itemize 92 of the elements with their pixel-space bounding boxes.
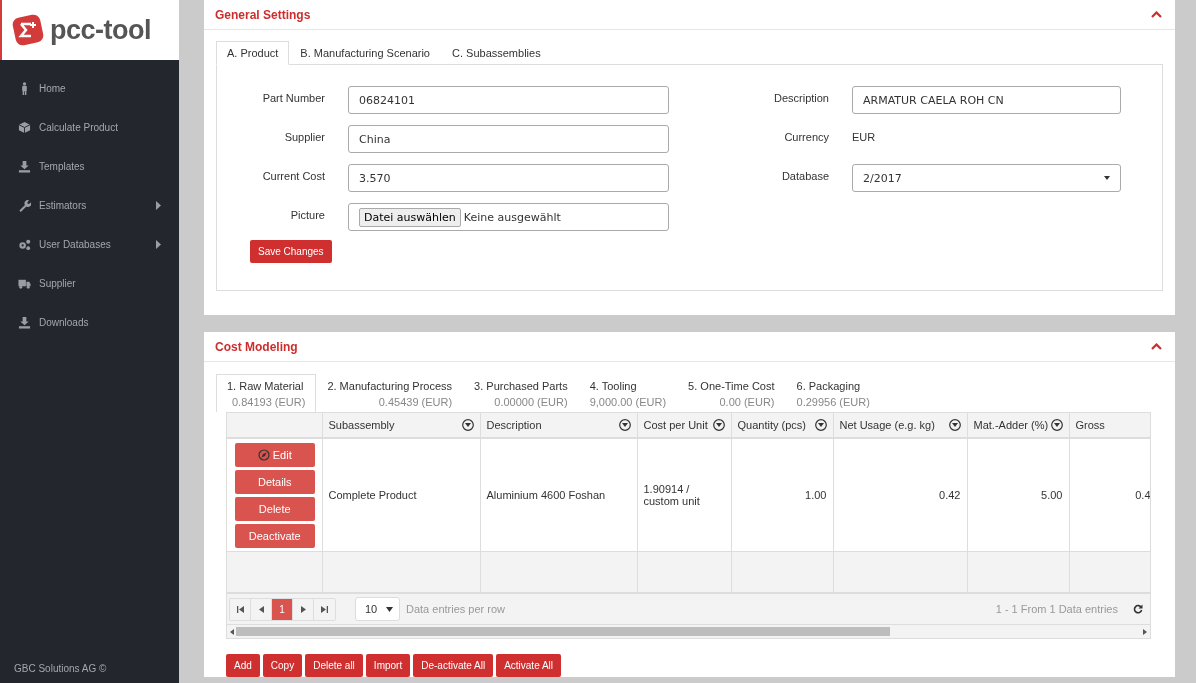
field-label: Picture <box>289 208 326 221</box>
filter-icon[interactable] <box>618 419 631 431</box>
action-button[interactable]: Delete all <box>305 654 363 677</box>
table-cell: 1.00 <box>805 489 827 501</box>
row-action-button[interactable]: Delete <box>235 496 315 521</box>
scroll-right-icon[interactable] <box>1143 628 1147 635</box>
column-header[interactable]: Mat.-Adder (%) <box>967 413 1069 438</box>
field-label: Supplier <box>283 130 326 143</box>
cost-tab[interactable]: 2. Manufacturing Process 0.45439 (EUR) <box>316 374 464 412</box>
column-header[interactable]: Subassembly <box>322 413 480 438</box>
filter-icon[interactable] <box>814 419 827 431</box>
tab[interactable]: A. Product <box>216 41 290 65</box>
truck-icon <box>18 277 31 290</box>
action-button[interactable]: Activate All <box>496 654 562 677</box>
save-changes-button[interactable]: Save Changes <box>250 240 332 263</box>
cost-tab[interactable]: 3. Purchased Parts 0.00000 (EUR) <box>463 374 579 412</box>
tab[interactable]: C. Subassemblies <box>441 41 552 65</box>
page-size-select[interactable]: 10 <box>355 597 400 621</box>
scroll-left-icon[interactable] <box>230 628 234 635</box>
file-status: Keine ausgewählt <box>463 210 561 224</box>
dropdown-arrow-icon <box>386 606 393 612</box>
field-value: EUR <box>852 130 876 143</box>
text-field[interactable]: 3.570 <box>348 164 669 192</box>
text-field[interactable]: China <box>348 125 669 153</box>
pager-summary: 1 - 1 From 1 Data entries <box>995 603 1118 615</box>
sidebar-item[interactable]: Templates <box>3 147 179 186</box>
download-icon <box>18 160 31 173</box>
filter-icon[interactable] <box>712 419 725 431</box>
column-header[interactable]: Net Usage (e.g. kg) <box>833 413 967 438</box>
table-cell: 0.4 <box>1135 489 1150 501</box>
tab[interactable]: B. Manufacturing Scenario <box>289 41 441 65</box>
table-cell: 5.00 <box>1041 489 1063 501</box>
panel-title: Cost Modeling <box>215 339 298 354</box>
compass-icon <box>257 448 270 461</box>
last-page-icon <box>321 605 328 613</box>
sidebar-item[interactable]: Downloads <box>3 303 179 342</box>
page-size-label: Data entries per row <box>406 603 506 615</box>
sidebar-item[interactable]: User Databases <box>3 225 179 264</box>
cost-tab[interactable]: 6. Packaging 0.29956 (EUR) <box>785 374 881 412</box>
first-page-button[interactable] <box>230 598 251 620</box>
panel-title: General Settings <box>215 7 311 22</box>
column-header[interactable]: Cost per Unit <box>637 413 731 438</box>
field-label: Currency <box>783 130 830 143</box>
collapse-icon[interactable] <box>1151 11 1162 18</box>
column-header[interactable]: Description <box>480 413 637 438</box>
logo-text: pcc-tool <box>50 14 151 46</box>
table-cell: 0.42 <box>939 489 961 501</box>
download-icon <box>18 316 31 329</box>
row-action-button[interactable]: Details <box>235 469 315 494</box>
first-page-icon <box>236 605 244 613</box>
table-cell: Aluminium 4600 Foshan <box>486 489 606 501</box>
select-field[interactable]: 2/2017 <box>852 164 1121 192</box>
collapse-icon[interactable] <box>1151 343 1162 350</box>
row-action-button[interactable]: Edit <box>235 442 315 467</box>
file-field[interactable]: Datei auswählen Keine ausgewählt <box>348 203 669 231</box>
field-label: Database <box>780 169 830 182</box>
cost-tab[interactable]: 1. Raw Material 0.84193 (EUR) <box>216 374 317 412</box>
table-cell: Complete Product <box>328 489 417 501</box>
cube-icon <box>18 121 31 134</box>
row-action-button[interactable]: Deactivate <box>235 523 315 548</box>
page-button[interactable]: 1 <box>272 598 293 620</box>
action-button[interactable]: Import <box>365 654 411 677</box>
gears-icon <box>18 238 31 251</box>
text-field[interactable]: 06824101 <box>348 86 669 114</box>
cost-tab[interactable]: 5. One-Time Cost 0.00 (EUR) <box>677 374 786 412</box>
field-label: Current Cost <box>261 169 326 182</box>
wrench-icon <box>18 199 31 212</box>
refresh-icon[interactable] <box>1133 604 1143 614</box>
filter-icon[interactable] <box>1050 419 1063 431</box>
horizontal-scrollbar[interactable] <box>227 624 1150 638</box>
filter-icon[interactable] <box>948 419 961 431</box>
action-button[interactable]: Add <box>226 654 260 677</box>
action-button[interactable]: De-activate All <box>413 654 494 677</box>
sidebar-item[interactable]: Supplier <box>3 264 179 303</box>
field-label: Description <box>772 91 830 104</box>
logo-icon <box>12 14 44 46</box>
table-cell: 1.90914 / custom unit <box>643 483 700 507</box>
column-header[interactable]: Gross <box>1069 413 1150 438</box>
field-label: Part Number <box>261 91 326 104</box>
cost-tab[interactable]: 4. Tooling 9,000.00 (EUR) <box>578 374 678 412</box>
action-button[interactable]: Copy <box>262 654 303 677</box>
sidebar-item[interactable]: Home <box>3 69 179 108</box>
text-field[interactable]: ARMATUR CAELA ROH CN <box>852 86 1121 114</box>
sidebar-item[interactable]: Estimators <box>3 186 179 225</box>
filter-icon[interactable] <box>461 419 474 431</box>
dropdown-arrow-icon <box>1104 176 1110 180</box>
footer-text: GBC Solutions AG © <box>13 663 108 676</box>
column-header[interactable]: Quantity (pcs) <box>731 413 833 438</box>
sidebar-item[interactable]: Calculate Product <box>3 108 179 147</box>
next-page-icon <box>300 605 306 613</box>
previous-page-icon <box>258 605 264 613</box>
choose-file-button[interactable]: Datei auswählen <box>359 207 461 227</box>
